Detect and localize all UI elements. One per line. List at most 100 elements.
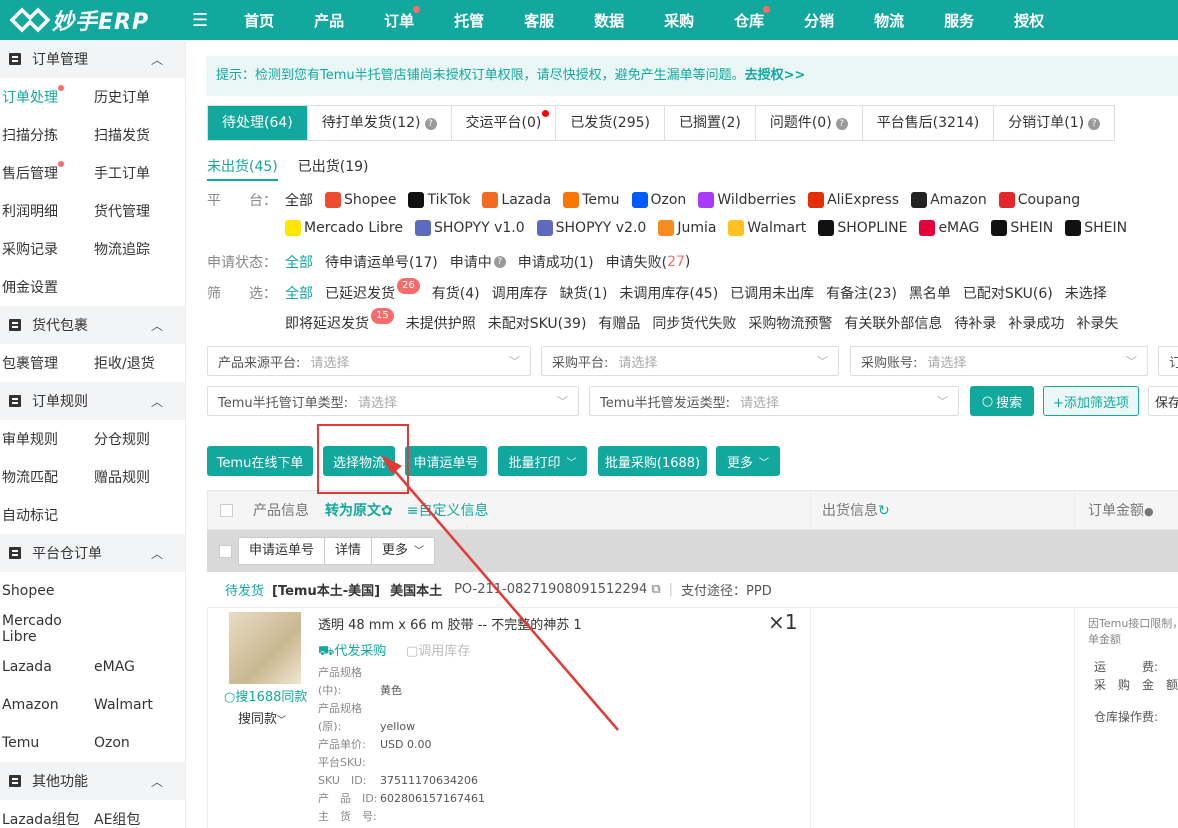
temu-online-order-button[interactable]: Temu在线下单 xyxy=(207,446,313,476)
nav-item-5[interactable]: 数据 xyxy=(574,10,644,31)
more-actions-button[interactable]: 更多 ﹀ xyxy=(716,446,780,476)
apply-status-option[interactable]: 全部 xyxy=(285,252,313,272)
sidebar-item[interactable]: Mercado Libre xyxy=(0,613,92,645)
group-apply-button[interactable]: 申请运单号 xyxy=(239,538,326,564)
platform-option[interactable]: TikTok xyxy=(408,192,470,208)
filter-option[interactable]: 有货(4) xyxy=(432,283,480,303)
order-select-edge[interactable]: 订 xyxy=(1158,346,1178,376)
filter-option[interactable]: 未配对SKU(39) xyxy=(488,313,587,333)
sidebar-item[interactable]: Shopee xyxy=(0,583,92,599)
nav-item-0[interactable]: 首页 xyxy=(224,10,294,31)
sidebar-item[interactable]: 包裹管理 xyxy=(0,353,92,373)
translate-original-toggle[interactable]: 转为原文✿ xyxy=(325,500,393,520)
sidebar-item[interactable]: eMAG xyxy=(92,659,184,675)
nav-item-10[interactable]: 服务 xyxy=(924,10,994,31)
filter-option[interactable]: 全部 xyxy=(285,283,313,303)
chevron-up-icon[interactable]: ︿ xyxy=(151,393,163,410)
sidebar-item[interactable]: 扫描分拣 xyxy=(0,125,92,145)
sidebar-item[interactable]: Temu xyxy=(0,735,92,751)
subtab-1[interactable]: 已出货(19) xyxy=(298,156,369,181)
filter-option[interactable]: 补录失 xyxy=(1076,313,1118,333)
sidebar-item[interactable]: AE组包 xyxy=(92,809,184,828)
sidebar-item[interactable]: 利润明细 xyxy=(0,201,92,221)
platform-option[interactable]: SHOPLINE xyxy=(818,220,907,236)
platform-option[interactable]: SHOPYY v1.0 xyxy=(414,220,525,236)
filter-option[interactable]: 采购物流预警 xyxy=(748,313,832,333)
nav-item-6[interactable]: 采购 xyxy=(644,10,714,31)
search-button[interactable]: ○ 搜索 xyxy=(970,386,1034,416)
sidebar-section-s3[interactable]: 订单规则 ︿ xyxy=(0,382,185,420)
filter-option[interactable]: 调用库存 xyxy=(492,283,548,303)
subtab-0[interactable]: 未出货(45) xyxy=(207,156,278,181)
sidebar-section-s4[interactable]: 平台仓订单 ︿ xyxy=(0,534,185,572)
menu-toggle-icon[interactable]: ☰ xyxy=(192,10,208,31)
tab-3[interactable]: 已发货(295) xyxy=(556,106,665,140)
tab-2[interactable]: 交运平台(0) xyxy=(452,106,557,140)
sidebar-item[interactable]: Walmart xyxy=(92,697,184,713)
temu-ship-type-select[interactable]: Temu半托管发运类型: 请选择 ﹀ xyxy=(589,386,959,416)
sidebar-section-s1[interactable]: 订单管理 ︿ xyxy=(0,40,185,78)
sidebar-item[interactable]: 审单规则 xyxy=(0,429,92,449)
platform-option[interactable]: Shopee xyxy=(325,192,396,208)
nav-item-3[interactable]: 托管 xyxy=(434,10,504,31)
brand-logo[interactable]: 妙手ERP xyxy=(0,4,186,36)
filter-option[interactable]: 有赠品 xyxy=(598,313,640,333)
platform-option[interactable]: Mercado Libre xyxy=(285,220,403,236)
tab-4[interactable]: 已搁置(2) xyxy=(665,106,756,140)
tab-0[interactable]: 待处理(64) xyxy=(208,106,308,140)
sidebar-item[interactable]: Lazada xyxy=(0,659,92,675)
sidebar-item[interactable]: Lazada组包 xyxy=(0,809,92,828)
nav-item-9[interactable]: 物流 xyxy=(854,10,924,31)
platform-option[interactable]: Coupang xyxy=(998,192,1080,208)
filter-option[interactable]: 未提供护照 xyxy=(406,313,476,333)
chevron-up-icon[interactable]: ︿ xyxy=(151,545,163,562)
group-more-button[interactable]: 更多 ﹀ xyxy=(372,538,434,564)
tab-7[interactable]: 分销订单(1)? xyxy=(994,106,1114,140)
filter-option[interactable]: 待补录 xyxy=(954,313,996,333)
platform-option[interactable]: Temu xyxy=(563,192,620,208)
sidebar-item[interactable]: 货代管理 xyxy=(92,201,184,221)
sidebar-item[interactable]: 自动标记 xyxy=(0,505,92,525)
filter-option[interactable]: 补录成功 xyxy=(1008,313,1064,333)
nav-item-1[interactable]: 产品 xyxy=(294,10,364,31)
platform-option[interactable]: AliExpress xyxy=(808,192,899,208)
platform-option[interactable]: eMAG xyxy=(919,220,979,236)
nav-item-2[interactable]: 订单 xyxy=(364,5,434,31)
search-same-dropdown[interactable]: 搜同款﹀ xyxy=(238,708,286,727)
sidebar-section-s5[interactable]: 其他功能 ︿ xyxy=(0,762,185,800)
select-all-checkbox[interactable] xyxy=(220,503,233,517)
filter-option[interactable]: 缺货(1) xyxy=(560,283,608,303)
copy-icon[interactable]: ⧉ xyxy=(651,582,660,597)
sidebar-item[interactable]: 物流匹配 xyxy=(0,467,92,487)
filter-option[interactable]: 有关联外部信息 xyxy=(844,313,942,333)
platform-option[interactable]: Walmart xyxy=(728,220,806,236)
group-detail-button[interactable]: 详情 xyxy=(325,538,373,564)
filter-option[interactable]: 已延迟发货 26 xyxy=(325,278,420,303)
add-filter-button[interactable]: +添加筛选项 xyxy=(1043,386,1139,416)
use-stock-button[interactable]: ▢调用库存 xyxy=(406,640,470,659)
platform-option[interactable]: Wildberries xyxy=(698,192,796,208)
tab-5[interactable]: 问题件(0)? xyxy=(756,106,863,140)
filter-option[interactable]: 黑名单 xyxy=(909,283,951,303)
platform-option[interactable]: Jumia xyxy=(658,220,716,236)
platform-option[interactable]: Lazada xyxy=(482,192,551,208)
purchase-platform-select[interactable]: 采购平台: 请选择 ﹀ xyxy=(541,346,839,376)
apply-status-option[interactable]: 申请成功(1) xyxy=(518,252,594,272)
filter-option[interactable]: 即将延迟发货 15 xyxy=(285,308,394,333)
sidebar-section-s2[interactable]: 货代包裹 ︿ xyxy=(0,306,185,344)
chevron-up-icon[interactable]: ︿ xyxy=(151,317,163,334)
search-1688-link[interactable]: ○搜1688同款 xyxy=(224,686,307,705)
sidebar-item[interactable]: 佣金设置 xyxy=(0,277,92,297)
product-title[interactable]: 透明 48 mm x 66 m 胶带 -- 不完整的神苏 1 xyxy=(318,614,798,633)
sidebar-item[interactable]: 手工订单 xyxy=(92,163,184,183)
apply-status-option[interactable]: 待申请运单号(17) xyxy=(325,252,438,272)
save-button[interactable]: 保存 xyxy=(1148,386,1178,416)
custom-info-button[interactable]: ≡自定义信息 xyxy=(407,500,489,520)
filter-option[interactable]: 未调用库存(45) xyxy=(619,283,718,303)
sidebar-item[interactable]: 扫描发货 xyxy=(92,125,184,145)
chevron-up-icon[interactable]: ︿ xyxy=(151,51,163,68)
refresh-icon[interactable]: ↻ xyxy=(878,503,890,519)
product-source-select[interactable]: 产品来源平台: 请选择 ﹀ xyxy=(207,346,531,376)
group-checkbox[interactable] xyxy=(219,544,232,558)
apply-status-option[interactable]: 申请失败(27) xyxy=(606,252,691,272)
